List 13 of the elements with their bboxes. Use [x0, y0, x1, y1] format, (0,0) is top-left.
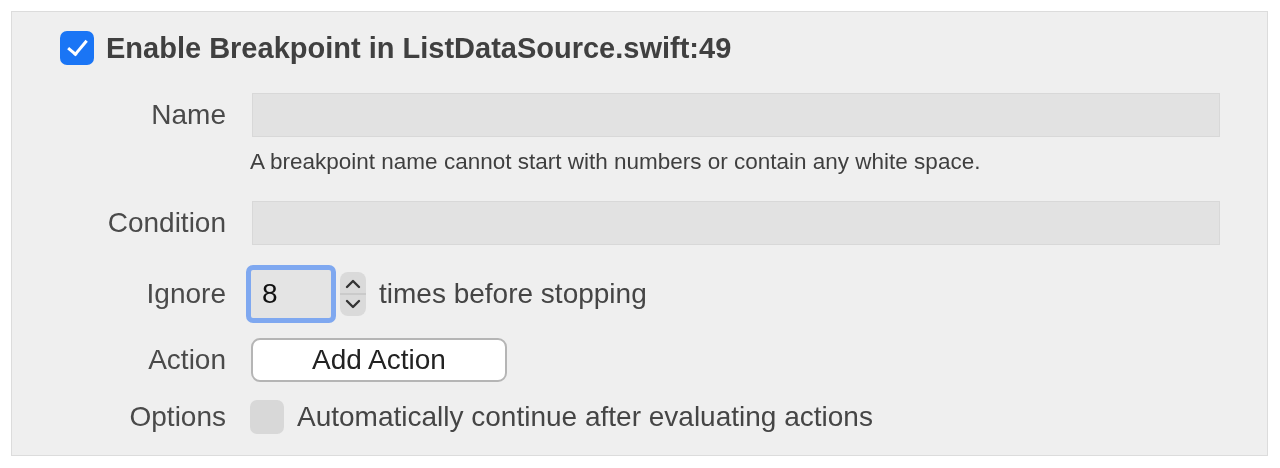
auto-continue-label: Automatically continue after evaluating actions — [297, 401, 873, 433]
hint-text: A breakpoint name cannot start with numbers or contain any white space. — [250, 149, 981, 175]
field-label: Condition — [106, 207, 226, 239]
ignore-count-field[interactable]: 8 — [246, 265, 336, 323]
stepper-icon[interactable] — [340, 272, 366, 316]
field-label: Options — [128, 401, 226, 433]
enable-checkbox[interactable] — [60, 31, 94, 65]
field-label: Ignore — [145, 278, 226, 310]
field-label: Name — [150, 99, 226, 131]
add-action-button[interactable]: Add Action — [251, 338, 507, 382]
times-text: times before stopping — [379, 278, 647, 310]
field-label: Action — [147, 344, 226, 376]
breakpoint-title: Enable Breakpoint in ListDataSource.swift:49 — [106, 31, 732, 65]
